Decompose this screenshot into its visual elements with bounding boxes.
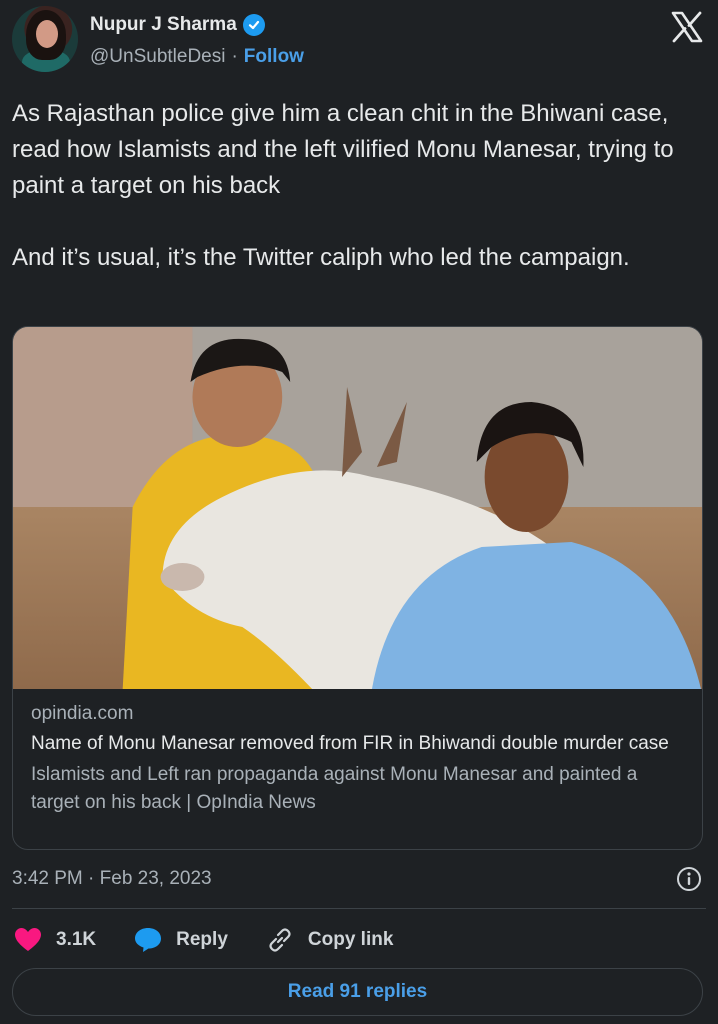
author-display-name[interactable]: Nupur J Sharma (90, 14, 237, 36)
separator-dot: · (231, 46, 238, 67)
verified-badge-icon (242, 14, 265, 36)
link-icon (269, 928, 291, 952)
tweet-timestamp[interactable]: 3:42 PM · Feb 23, 2023 (12, 868, 212, 890)
divider (12, 908, 706, 909)
article-image (13, 327, 702, 689)
read-replies-button[interactable]: Read 91 replies (12, 968, 703, 1016)
author-avatar[interactable] (12, 6, 78, 72)
tweet-header: Nupur J Sharma @UnSubtleDesi · Follow (12, 6, 706, 78)
author-handle[interactable]: @UnSubtleDesi (90, 46, 225, 68)
action-bar: 3.1K Reply Copy link (14, 920, 431, 960)
follow-button[interactable]: Follow (244, 46, 304, 68)
info-icon[interactable] (676, 866, 702, 892)
card-description: Islamists and Left ran propaganda agains… (31, 764, 638, 813)
author-handle-row: @UnSubtleDesi · Follow (90, 46, 304, 68)
link-preview-card[interactable]: opindia.com Name of Monu Manesar removed… (12, 326, 703, 850)
reply-button[interactable]: Reply (134, 927, 228, 953)
like-button[interactable]: 3.1K (14, 927, 96, 953)
copy-link-button[interactable]: Copy link (266, 926, 394, 954)
reply-label: Reply (176, 929, 228, 950)
like-count: 3.1K (56, 929, 97, 950)
speech-bubble-icon (135, 928, 162, 952)
heart-icon (15, 928, 41, 951)
copy-link-label: Copy link (307, 929, 394, 950)
card-title[interactable]: Name of Monu Manesar removed from FIR in… (31, 733, 684, 755)
timestamp-row: 3:42 PM · Feb 23, 2023 (12, 864, 706, 894)
tweet-text: As Rajasthan police give him a clean chi… (12, 100, 674, 271)
author-name-row: Nupur J Sharma (90, 14, 265, 36)
card-domain: opindia.com (31, 703, 134, 724)
x-logo-icon[interactable] (670, 10, 704, 44)
card-meta: opindia.com Name of Monu Manesar removed… (31, 703, 684, 817)
